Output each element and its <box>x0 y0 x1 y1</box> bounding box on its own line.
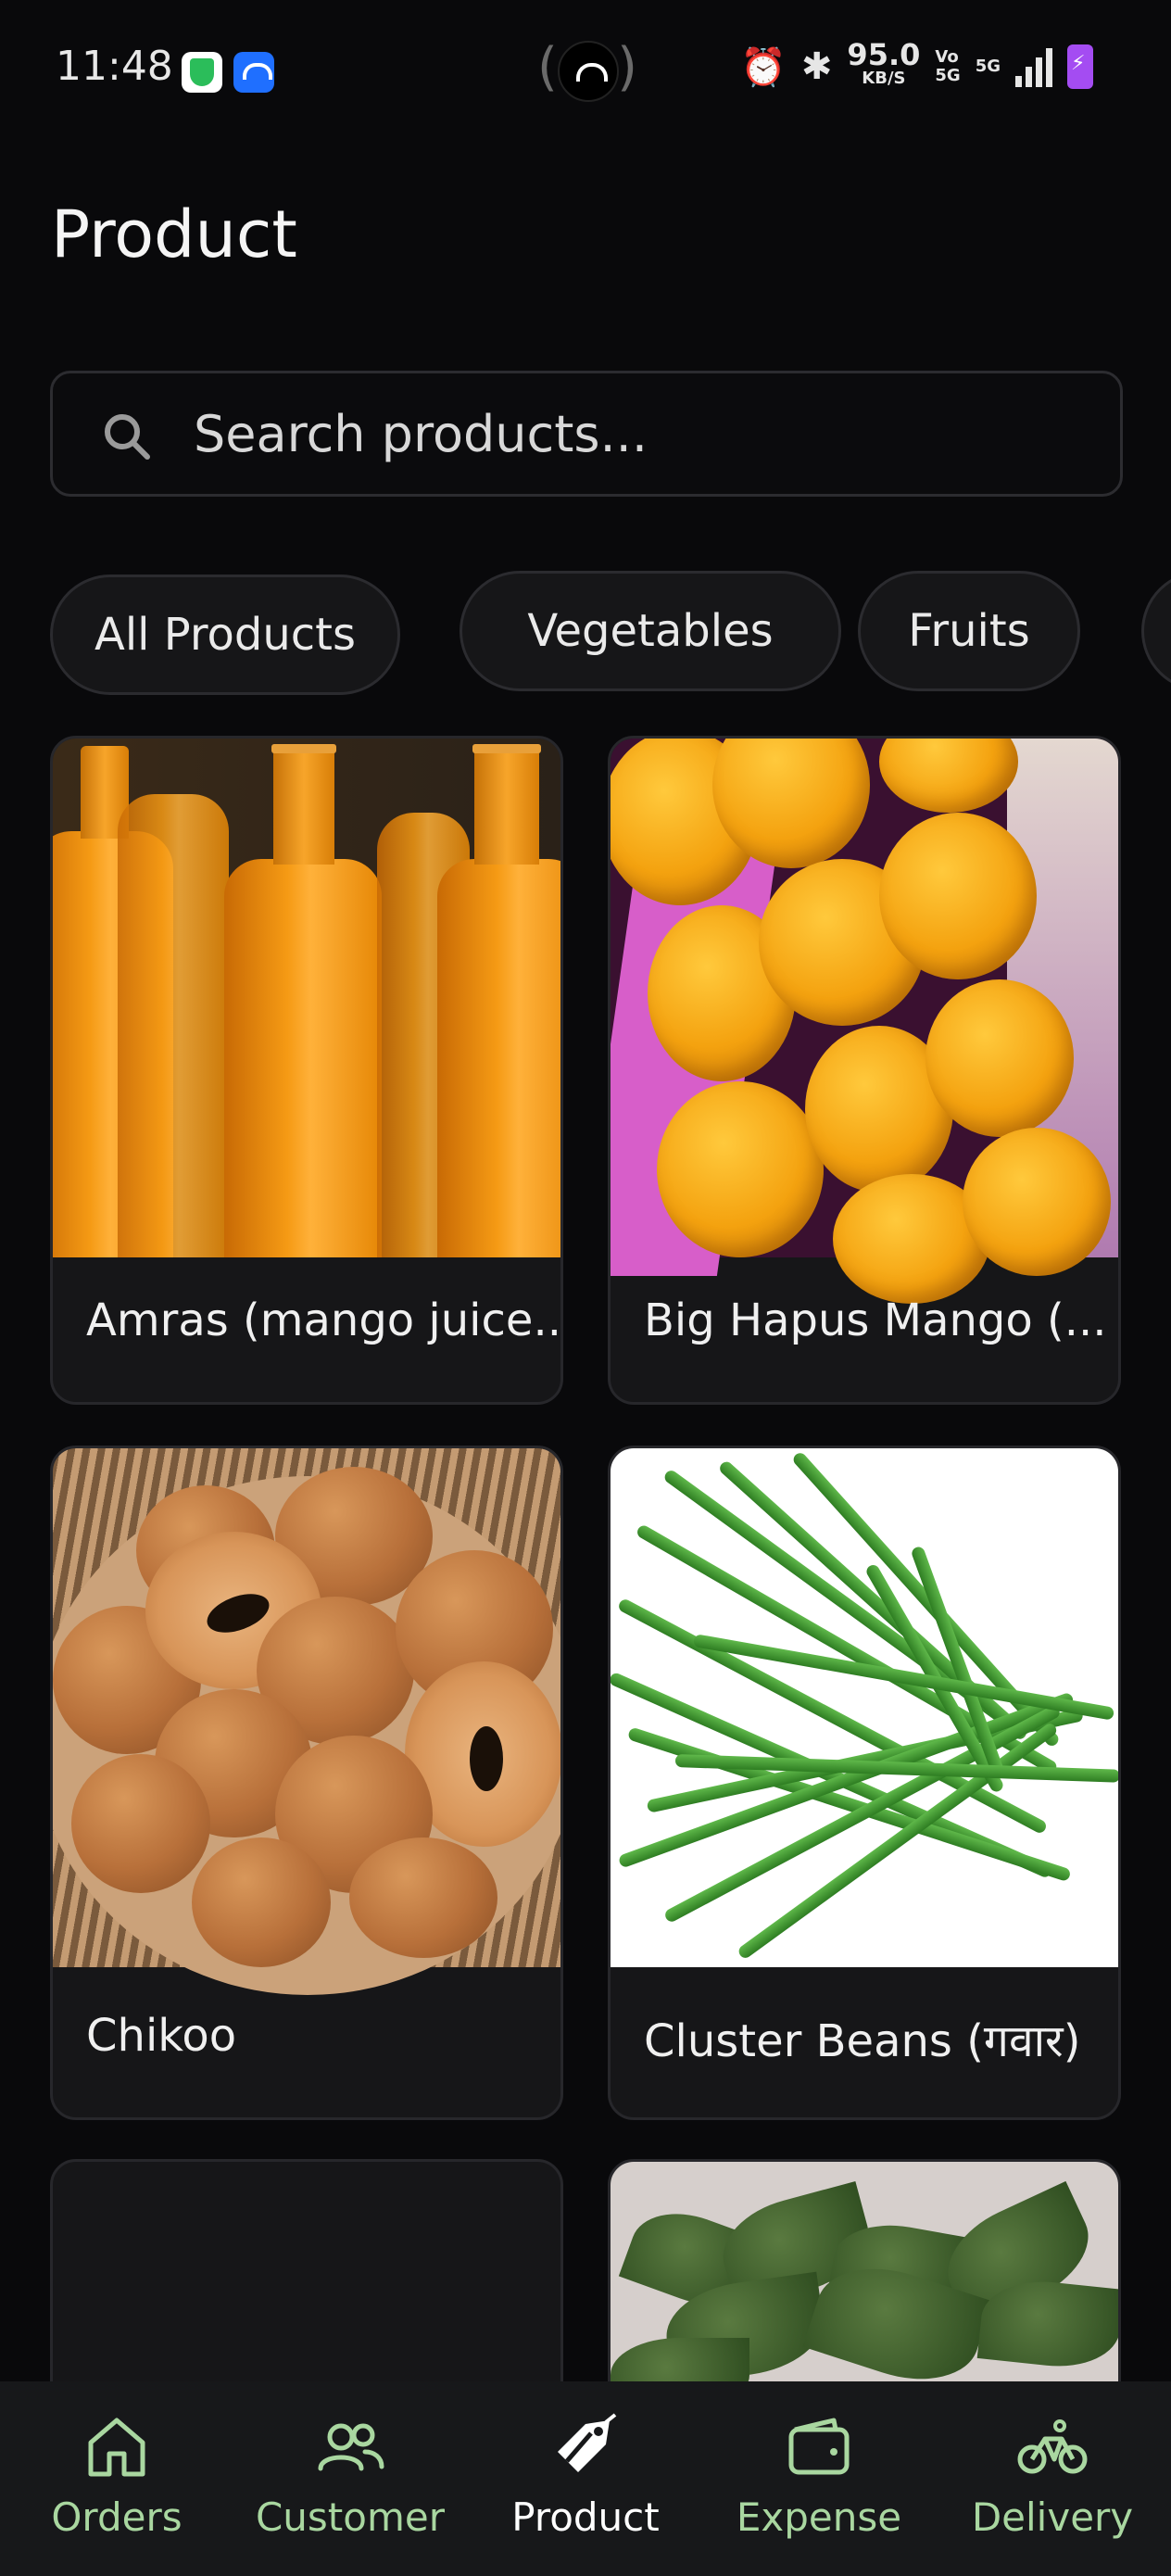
nav-label: Product <box>511 2494 660 2540</box>
nav-expense[interactable]: Expense <box>717 2409 921 2567</box>
search-box[interactable] <box>50 371 1123 497</box>
product-name: Cluster Beans (गवार) <box>644 2015 1081 2067</box>
nav-label: Delivery <box>971 2494 1134 2540</box>
product-card[interactable]: Cluster Beans (गवार) <box>608 1446 1121 2120</box>
status-bar: 11:48 ( ) ⏰ ✱ 95.0 KB/S Vo 5G 5G <box>0 0 1171 139</box>
product-card[interactable]: Amras (mango juice... <box>50 736 563 1405</box>
nav-product[interactable]: Product <box>484 2409 687 2567</box>
bluetooth-icon: ✱ <box>800 45 833 88</box>
nav-customer[interactable]: Customer <box>248 2409 452 2567</box>
chip-more[interactable] <box>1141 571 1171 691</box>
users-icon <box>318 2423 384 2471</box>
tag-icon <box>558 2413 617 2472</box>
chip-all-products[interactable]: All Products <box>50 575 400 695</box>
product-card[interactable]: Big Hapus Mango (... <box>608 736 1121 1405</box>
nav-orders[interactable]: Orders <box>15 2409 219 2567</box>
chip-fruits[interactable]: Fruits <box>858 571 1080 691</box>
home-icon <box>88 2418 145 2477</box>
bottom-navigation: Orders Customer Product Expense Delivery <box>0 2381 1171 2576</box>
page-title: Product <box>51 196 297 272</box>
alarm-icon: ⏰ <box>740 45 787 89</box>
product-name: Amras (mango juice... <box>86 1294 563 1346</box>
wallet-icon <box>788 2418 850 2475</box>
network-speed: 95.0 KB/S <box>847 37 921 88</box>
hotspot-app-icon <box>233 52 274 93</box>
nav-label: Expense <box>736 2494 902 2540</box>
search-input[interactable] <box>194 392 1083 475</box>
signal-icon <box>1015 46 1052 87</box>
shield-app-icon <box>182 52 222 93</box>
product-name: Chikoo <box>86 2010 237 2062</box>
product-image <box>53 1448 560 1995</box>
chip-vegetables[interactable]: Vegetables <box>460 571 841 691</box>
category-filter-bar: All Products Vegetables Fruits <box>50 571 1171 695</box>
nav-label: Customer <box>255 2494 445 2540</box>
network-type: 5G <box>975 57 1001 76</box>
hotspot-indicator-icon <box>558 41 619 102</box>
product-image <box>611 739 1118 1304</box>
status-time: 11:48 <box>56 43 173 90</box>
product-name: Big Hapus Mango (... <box>644 1294 1107 1346</box>
product-image <box>611 1448 1118 1967</box>
battery-icon <box>1067 44 1093 89</box>
product-card[interactable]: Chikoo <box>50 1446 563 2120</box>
camera-island: ( ) <box>537 37 637 106</box>
nav-label: Orders <box>51 2494 183 2540</box>
nav-delivery[interactable]: Delivery <box>951 2409 1154 2567</box>
bicycle-icon <box>1017 2419 1088 2474</box>
search-icon <box>105 414 150 460</box>
status-indicators: ⏰ ✱ 95.0 KB/S Vo 5G 5G <box>740 37 1093 91</box>
volte-indicator: Vo 5G <box>935 47 961 85</box>
product-image <box>53 739 560 1257</box>
